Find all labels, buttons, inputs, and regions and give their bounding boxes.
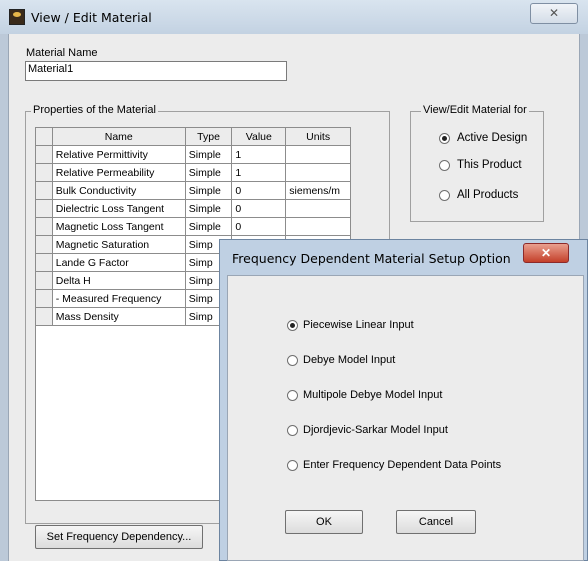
piecewise-linear-label[interactable]: Piecewise Linear Input bbox=[303, 319, 414, 331]
multipole-debye-radio[interactable] bbox=[287, 390, 298, 401]
row-selector[interactable] bbox=[35, 145, 53, 164]
cell-name[interactable]: Relative Permeability bbox=[51, 163, 186, 182]
table-row[interactable]: Relative Permeability Simple 1 bbox=[35, 163, 351, 182]
data-points-radio[interactable] bbox=[287, 460, 298, 471]
this-product-radio[interactable] bbox=[439, 160, 450, 171]
row-selector[interactable] bbox=[35, 199, 53, 218]
table-row[interactable]: Bulk Conductivity Simple 0 siemens/m bbox=[35, 181, 351, 200]
material-name-label: Material Name bbox=[26, 47, 98, 59]
row-selector[interactable] bbox=[35, 235, 53, 254]
properties-group-title: Properties of the Material bbox=[31, 104, 158, 116]
djordjevic-sarkar-radio[interactable] bbox=[287, 425, 298, 436]
properties-header-row: Name Type Value Units bbox=[35, 127, 351, 146]
cell-name[interactable]: Magnetic Loss Tangent bbox=[51, 217, 186, 236]
cell-type[interactable]: Simple bbox=[184, 199, 233, 218]
cell-type[interactable]: Simple bbox=[184, 145, 233, 164]
row-selector[interactable] bbox=[35, 253, 53, 272]
cell-units[interactable] bbox=[285, 145, 351, 164]
cell-type[interactable]: Simple bbox=[184, 163, 233, 182]
djordjevic-sarkar-label[interactable]: Djordjevic-Sarkar Model Input bbox=[303, 424, 448, 436]
column-header-name[interactable]: Name bbox=[51, 127, 186, 146]
cell-value[interactable]: 1 bbox=[231, 163, 287, 182]
debye-model-label[interactable]: Debye Model Input bbox=[303, 354, 395, 366]
cell-name[interactable]: Magnetic Saturation bbox=[51, 235, 186, 254]
cell-name[interactable]: - Measured Frequency bbox=[51, 289, 186, 308]
debye-model-radio[interactable] bbox=[287, 355, 298, 366]
set-frequency-dependency-button[interactable]: Set Frequency Dependency... bbox=[35, 525, 203, 549]
active-design-radio[interactable] bbox=[439, 133, 450, 144]
dialog-close-button[interactable]: ✕ bbox=[523, 243, 569, 263]
piecewise-linear-radio[interactable] bbox=[287, 320, 298, 331]
cancel-button[interactable]: Cancel bbox=[396, 510, 476, 534]
all-products-radio[interactable] bbox=[439, 190, 450, 201]
table-row[interactable]: Magnetic Loss Tangent Simple 0 bbox=[35, 217, 351, 236]
cell-units[interactable]: siemens/m bbox=[285, 181, 351, 200]
app-edit-icon bbox=[9, 9, 25, 25]
ok-button[interactable]: OK bbox=[285, 510, 363, 534]
cell-name[interactable]: Relative Permittivity bbox=[51, 145, 186, 164]
cell-name[interactable]: Dielectric Loss Tangent bbox=[51, 199, 186, 218]
cell-value[interactable]: 0 bbox=[231, 181, 287, 200]
table-row[interactable]: Relative Permittivity Simple 1 bbox=[35, 145, 351, 164]
window-title: View / Edit Material bbox=[31, 10, 152, 25]
this-product-label[interactable]: This Product bbox=[457, 159, 522, 171]
table-row[interactable]: Dielectric Loss Tangent Simple 0 bbox=[35, 199, 351, 218]
row-selector[interactable] bbox=[35, 289, 53, 308]
column-header-value[interactable]: Value bbox=[231, 127, 287, 146]
cell-value[interactable]: 0 bbox=[231, 217, 287, 236]
cell-value[interactable]: 1 bbox=[231, 145, 287, 164]
cell-type[interactable]: Simple bbox=[184, 217, 233, 236]
window-close-button[interactable]: ✕ bbox=[530, 3, 578, 24]
dialog-title: Frequency Dependent Material Setup Optio… bbox=[232, 251, 511, 266]
data-points-label[interactable]: Enter Frequency Dependent Data Points bbox=[303, 459, 501, 471]
row-selector[interactable] bbox=[35, 217, 53, 236]
column-header-units[interactable]: Units bbox=[285, 127, 351, 146]
row-selector[interactable] bbox=[35, 271, 53, 290]
cell-units[interactable] bbox=[285, 199, 351, 218]
cell-name[interactable]: Bulk Conductivity bbox=[51, 181, 186, 200]
row-selector[interactable] bbox=[35, 307, 53, 326]
cell-value[interactable]: 0 bbox=[231, 199, 287, 218]
multipole-debye-label[interactable]: Multipole Debye Model Input bbox=[303, 389, 442, 401]
cell-units[interactable] bbox=[285, 217, 351, 236]
active-design-label[interactable]: Active Design bbox=[457, 132, 527, 144]
cell-name[interactable]: Lande G Factor bbox=[51, 253, 186, 272]
column-header-type[interactable]: Type bbox=[184, 127, 233, 146]
row-selector[interactable] bbox=[35, 163, 53, 182]
cell-name[interactable]: Mass Density bbox=[51, 307, 186, 326]
cell-units[interactable] bbox=[285, 163, 351, 182]
material-name-input[interactable]: Material1 bbox=[25, 61, 287, 81]
row-selector-header bbox=[35, 127, 53, 146]
view-edit-for-group-title: View/Edit Material for bbox=[421, 104, 529, 116]
all-products-label[interactable]: All Products bbox=[457, 189, 518, 201]
row-selector[interactable] bbox=[35, 181, 53, 200]
cell-name[interactable]: Delta H bbox=[51, 271, 186, 290]
cell-type[interactable]: Simple bbox=[184, 181, 233, 200]
